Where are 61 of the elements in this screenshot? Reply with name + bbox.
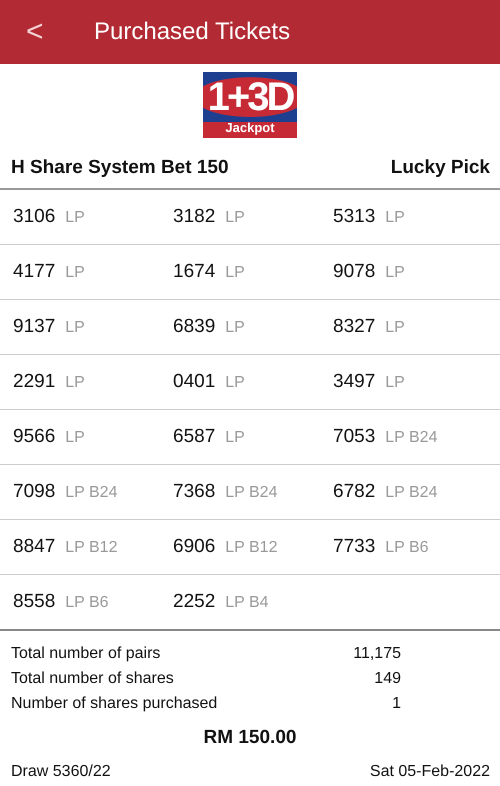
logo-subtitle: Jackpot [225, 121, 275, 135]
ticket-tag: LP [225, 370, 245, 395]
ticket-number: 0401 [173, 370, 216, 394]
ticket-number: 7368 [173, 480, 216, 504]
summary-label: Number of shares purchased [11, 694, 218, 714]
ticket-tag: LP B6 [65, 590, 109, 615]
back-button[interactable]: < [0, 17, 94, 47]
ticket-number: 6906 [173, 534, 216, 559]
ticket-number: 7053 [333, 424, 376, 449]
ticket-tag: LP [65, 260, 85, 285]
ticket-tag: LP B24 [225, 480, 278, 505]
ticket-number: 6587 [173, 424, 216, 449]
ticket-number: 3106 [13, 204, 56, 229]
ticket-tag: LP [65, 370, 85, 395]
ticket-tag: LP [65, 206, 85, 230]
ticket-number: 6782 [333, 480, 376, 504]
ticket-number: 8847 [13, 534, 56, 559]
ticket-number: 8558 [13, 590, 56, 614]
ticket-number: 9566 [13, 424, 56, 449]
ticket-number: 7733 [333, 534, 376, 559]
draw-date: Sat 05-Feb-2022 [370, 762, 490, 782]
ticket-tag: LP [225, 206, 245, 230]
ticket-number: 8327 [333, 314, 376, 339]
ticket-number: 9137 [13, 314, 56, 339]
logo-text: 1+3D [208, 75, 292, 119]
ticket-tag: LP B12 [65, 536, 118, 560]
ticket-number: 9078 [333, 260, 376, 284]
ticket-number: 6839 [173, 314, 216, 339]
ticket-number: 2291 [13, 370, 56, 394]
ticket-number: 7098 [13, 480, 56, 504]
ticket-tag: LP B6 [385, 536, 429, 560]
bet-type: H Share System Bet 150 [11, 156, 229, 180]
summary-label: Total number of shares [11, 669, 175, 689]
ticket-number: 1674 [173, 260, 216, 284]
summary-value: 149 [373, 669, 401, 689]
summary-label: Total number of pairs [11, 644, 162, 664]
summary-value: 1 [391, 694, 401, 714]
ticket-tag: LP [385, 370, 405, 395]
ticket-tag: LP B4 [225, 590, 269, 615]
ticket-tag: LP [385, 260, 405, 285]
ticket-number: 2252 [173, 590, 216, 614]
summary-value: 11,175 [352, 644, 401, 664]
total-amount: RM 150.00 [202, 726, 298, 750]
ticket-tag: LP B24 [65, 480, 118, 505]
ticket-number: 3497 [333, 370, 376, 394]
page-title: Purchased Tickets [94, 17, 290, 47]
ticket-tag: LP [65, 316, 85, 340]
ticket-tag: LP [225, 260, 245, 285]
ticket-tag: LP [225, 316, 245, 340]
ticket-tag: LP B12 [225, 536, 278, 560]
ticket-tag: LP B24 [385, 480, 438, 505]
ticket-number: 3182 [173, 204, 216, 229]
ticket-tag: LP [225, 426, 245, 450]
ticket-tag: LP [65, 426, 85, 450]
draw-number: Draw 5360/22 [11, 762, 111, 782]
ticket-tag: LP [385, 206, 405, 230]
ticket-number: 5313 [333, 204, 376, 229]
ticket-tag: LP B24 [385, 426, 438, 450]
ticket-number: 4177 [13, 260, 56, 284]
ticket-tag: LP [385, 316, 405, 340]
pick-mode: Lucky Pick [390, 156, 490, 180]
